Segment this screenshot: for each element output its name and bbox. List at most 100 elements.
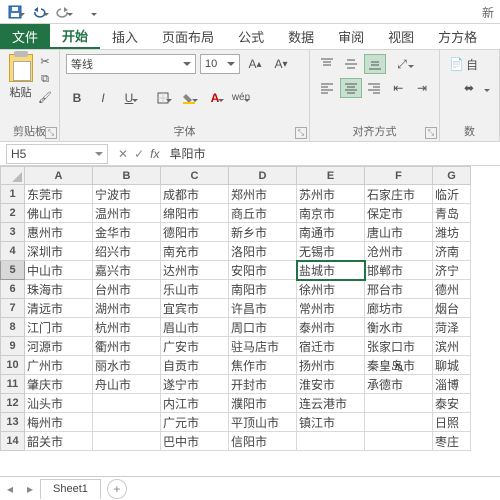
undo-button[interactable] bbox=[28, 2, 50, 22]
row-header[interactable]: 14 bbox=[1, 432, 25, 451]
formula-bar[interactable]: 阜阳市 bbox=[165, 145, 500, 162]
cell[interactable]: 肇庆市 bbox=[25, 375, 93, 394]
phonetic-button[interactable]: wén bbox=[230, 88, 252, 108]
cell[interactable]: 扬州市 bbox=[297, 356, 365, 375]
tab-file[interactable]: 文件 bbox=[0, 24, 50, 49]
row-header[interactable]: 5 bbox=[1, 261, 25, 280]
cell[interactable]: 丽水市 bbox=[93, 356, 161, 375]
col-header[interactable]: C bbox=[161, 167, 229, 185]
row-header[interactable]: 11 bbox=[1, 375, 25, 394]
col-header[interactable]: D bbox=[229, 167, 297, 185]
font-name-combo[interactable]: 等线 bbox=[66, 54, 196, 74]
cell[interactable]: 衢州市 bbox=[93, 337, 161, 356]
cell[interactable]: 信阳市 bbox=[229, 432, 297, 451]
font-color-button[interactable]: A bbox=[204, 88, 226, 108]
cell[interactable]: 惠州市 bbox=[25, 223, 93, 242]
cell[interactable]: 广安市 bbox=[161, 337, 229, 356]
select-all-cell[interactable] bbox=[1, 167, 25, 185]
cell[interactable]: 连云港市 bbox=[297, 394, 365, 413]
col-header[interactable]: G bbox=[433, 167, 471, 185]
tab-insert[interactable]: 插入 bbox=[100, 24, 150, 49]
row-header[interactable]: 8 bbox=[1, 318, 25, 337]
cell[interactable]: 衡水市 bbox=[365, 318, 433, 337]
cell[interactable]: 聊城 bbox=[433, 356, 471, 375]
cell[interactable]: 宿迁市 bbox=[297, 337, 365, 356]
tab-data[interactable]: 数据 bbox=[276, 24, 326, 49]
cell[interactable]: 佛山市 bbox=[25, 204, 93, 223]
cell[interactable]: 内江市 bbox=[161, 394, 229, 413]
cell[interactable]: 徐州市 bbox=[297, 280, 365, 299]
cell[interactable]: 舟山市 bbox=[93, 375, 161, 394]
align-bottom-button[interactable] bbox=[364, 54, 386, 74]
row-header[interactable]: 13 bbox=[1, 413, 25, 432]
borders-button[interactable] bbox=[152, 88, 174, 108]
cell[interactable] bbox=[365, 413, 433, 432]
font-launcher[interactable]: ⤡ bbox=[295, 127, 307, 139]
cell[interactable]: 南充市 bbox=[161, 242, 229, 261]
align-right-button[interactable] bbox=[364, 78, 386, 98]
cell[interactable]: 东莞市 bbox=[25, 185, 93, 204]
align-center-button[interactable] bbox=[340, 78, 362, 98]
font-size-combo[interactable]: 10 bbox=[200, 54, 240, 74]
cell[interactable] bbox=[93, 394, 161, 413]
cell[interactable] bbox=[297, 432, 365, 451]
name-box[interactable]: H5 bbox=[6, 144, 108, 164]
cell[interactable]: 秦皇岛市 bbox=[365, 356, 433, 375]
cell[interactable]: 廊坊市 bbox=[365, 299, 433, 318]
cell[interactable]: 绍兴市 bbox=[93, 242, 161, 261]
cell[interactable]: 泰安 bbox=[433, 394, 471, 413]
cell[interactable]: 安阳市 bbox=[229, 261, 297, 280]
cell[interactable]: 济宁 bbox=[433, 261, 471, 280]
cell[interactable]: 韶关市 bbox=[25, 432, 93, 451]
sheet-nav-next[interactable]: ▸ bbox=[20, 482, 40, 496]
cell[interactable]: 洛阳市 bbox=[229, 242, 297, 261]
save-button[interactable] bbox=[4, 2, 26, 22]
sheet-tab[interactable]: Sheet1 bbox=[40, 479, 101, 499]
cell[interactable]: 珠海市 bbox=[25, 280, 93, 299]
cell[interactable]: 平顶山市 bbox=[229, 413, 297, 432]
row-header[interactable]: 12 bbox=[1, 394, 25, 413]
tab-home[interactable]: 开始 bbox=[50, 24, 100, 49]
row-header[interactable]: 6 bbox=[1, 280, 25, 299]
orientation-button[interactable]: ⤢ bbox=[388, 54, 416, 74]
cell[interactable] bbox=[93, 432, 161, 451]
cell[interactable]: 河源市 bbox=[25, 337, 93, 356]
col-header[interactable]: B bbox=[93, 167, 161, 185]
cell[interactable]: 泰州市 bbox=[297, 318, 365, 337]
col-header[interactable]: E bbox=[297, 167, 365, 185]
increase-font-button[interactable]: A▴ bbox=[244, 54, 266, 74]
qat-customize[interactable] bbox=[76, 2, 98, 22]
cell[interactable]: 巴中市 bbox=[161, 432, 229, 451]
tab-sq[interactable]: 方方格 bbox=[426, 24, 489, 49]
format-painter-button[interactable]: 🖌 bbox=[37, 90, 53, 104]
cell[interactable]: 南阳市 bbox=[229, 280, 297, 299]
cell[interactable]: 临沂 bbox=[433, 185, 471, 204]
row-header[interactable]: 7 bbox=[1, 299, 25, 318]
cell[interactable]: 宜宾市 bbox=[161, 299, 229, 318]
cell[interactable]: 青岛 bbox=[433, 204, 471, 223]
cell[interactable]: 开封市 bbox=[229, 375, 297, 394]
tab-layout[interactable]: 页面布局 bbox=[150, 24, 226, 49]
cell[interactable]: 眉山市 bbox=[161, 318, 229, 337]
row-header[interactable]: 1 bbox=[1, 185, 25, 204]
cell[interactable]: 潍坊 bbox=[433, 223, 471, 242]
cell[interactable]: 德阳市 bbox=[161, 223, 229, 242]
cell[interactable]: 无锡市 bbox=[297, 242, 365, 261]
col-header[interactable]: F bbox=[365, 167, 433, 185]
cell[interactable] bbox=[365, 394, 433, 413]
cell[interactable]: 湖州市 bbox=[93, 299, 161, 318]
cell[interactable]: 菏泽 bbox=[433, 318, 471, 337]
cell[interactable]: 梅州市 bbox=[25, 413, 93, 432]
align-middle-button[interactable] bbox=[340, 54, 362, 74]
cell[interactable]: 承德市 bbox=[365, 375, 433, 394]
cell[interactable]: 济南 bbox=[433, 242, 471, 261]
cell[interactable]: 嘉兴市 bbox=[93, 261, 161, 280]
cell[interactable]: 深圳市 bbox=[25, 242, 93, 261]
cell[interactable]: 苏州市 bbox=[297, 185, 365, 204]
row-header[interactable]: 9 bbox=[1, 337, 25, 356]
merge-button[interactable]: ⬌ bbox=[446, 78, 492, 98]
cell[interactable]: 滨州 bbox=[433, 337, 471, 356]
cell[interactable] bbox=[365, 432, 433, 451]
fill-color-button[interactable] bbox=[178, 88, 200, 108]
cell[interactable]: 宁波市 bbox=[93, 185, 161, 204]
